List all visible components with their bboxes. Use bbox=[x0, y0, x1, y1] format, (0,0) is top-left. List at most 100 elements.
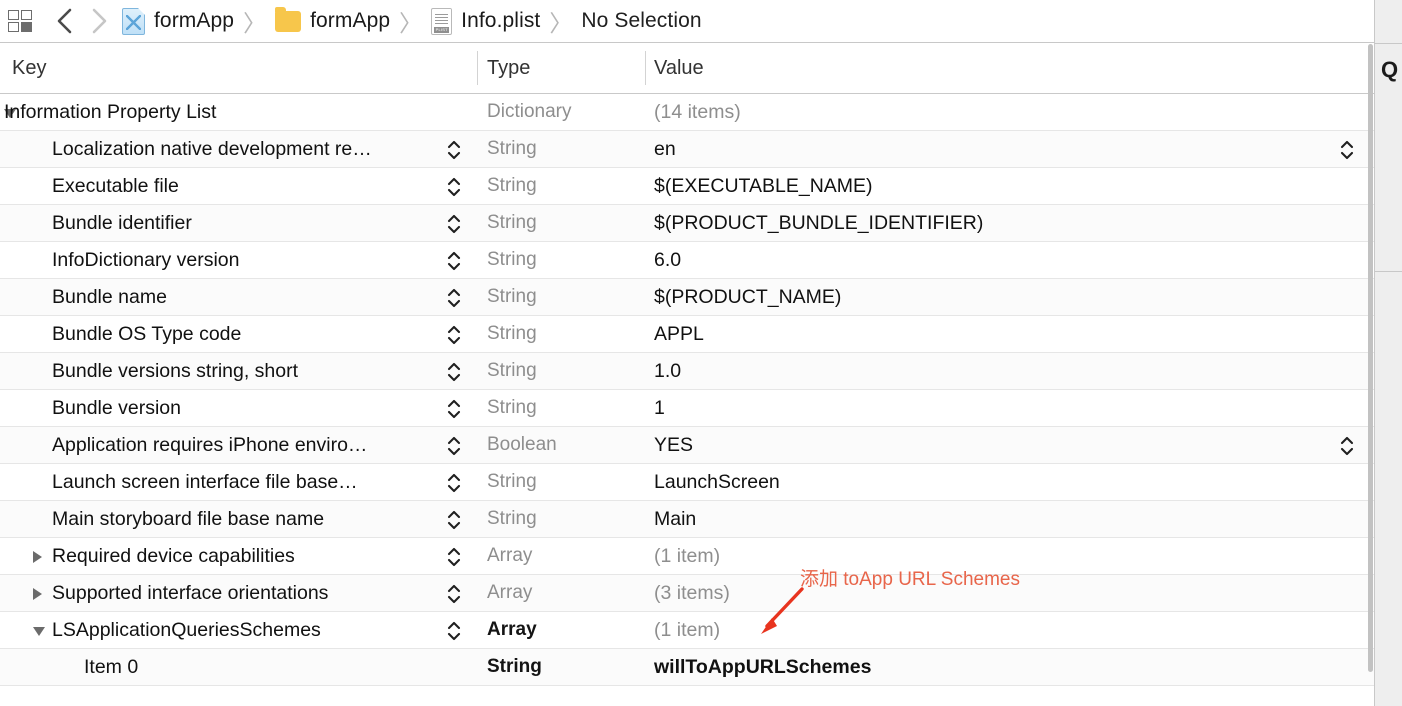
plist-file-icon: PLIST bbox=[431, 7, 453, 35]
row-add-remove-stepper[interactable] bbox=[445, 583, 463, 605]
row-value[interactable]: 1.0 bbox=[654, 353, 681, 389]
row-value[interactable]: (14 items) bbox=[654, 94, 741, 130]
table-row[interactable]: Bundle identifier String $(PRODUCT_BUNDLE_… bbox=[0, 205, 1374, 242]
row-key[interactable]: Bundle name bbox=[0, 279, 167, 315]
row-key[interactable]: Required device capabilities bbox=[0, 538, 295, 574]
row-value[interactable]: $(PRODUCT_NAME) bbox=[654, 279, 841, 315]
row-value[interactable]: (1 item) bbox=[654, 538, 720, 574]
row-key[interactable]: Item 0 bbox=[0, 649, 138, 685]
row-key[interactable]: Launch screen interface file base… bbox=[0, 464, 358, 500]
table-row[interactable]: Executable file String $(EXECUTABLE_NAME) bbox=[0, 168, 1374, 205]
row-value[interactable]: (1 item) bbox=[654, 612, 720, 648]
row-type[interactable]: String bbox=[487, 131, 537, 167]
row-value[interactable]: Main bbox=[654, 501, 696, 537]
row-type[interactable]: Array bbox=[487, 538, 532, 574]
breadcrumb-item-selection[interactable]: No Selection bbox=[581, 9, 701, 33]
row-type[interactable]: Dictionary bbox=[487, 94, 571, 130]
column-divider-type-value[interactable] bbox=[645, 51, 646, 85]
column-header-value[interactable]: Value bbox=[654, 43, 704, 93]
row-value[interactable]: $(EXECUTABLE_NAME) bbox=[654, 168, 873, 204]
row-add-remove-stepper[interactable] bbox=[445, 287, 463, 309]
row-key[interactable]: Application requires iPhone enviro… bbox=[0, 427, 367, 463]
row-type[interactable]: Array bbox=[487, 612, 537, 648]
row-key[interactable]: Main storyboard file base name bbox=[0, 501, 324, 537]
row-type[interactable]: String bbox=[487, 316, 537, 352]
row-key[interactable]: Information Property List bbox=[0, 94, 216, 130]
table-row[interactable]: Bundle OS Type code String APPL bbox=[0, 316, 1374, 353]
row-value[interactable]: 1 bbox=[654, 390, 665, 426]
table-row[interactable]: Item 0 String willToAppURLSchemes bbox=[0, 649, 1374, 686]
row-key[interactable]: Supported interface orientations bbox=[0, 575, 328, 611]
vertical-scrollbar[interactable] bbox=[1367, 44, 1374, 706]
row-value[interactable]: $(PRODUCT_BUNDLE_IDENTIFIER) bbox=[654, 205, 983, 241]
row-key[interactable]: Bundle version bbox=[0, 390, 181, 426]
table-row[interactable]: Main storyboard file base name String Main bbox=[0, 501, 1374, 538]
row-add-remove-stepper[interactable] bbox=[445, 213, 463, 235]
row-value[interactable]: 6.0 bbox=[654, 242, 681, 278]
row-value-stepper[interactable] bbox=[1338, 435, 1356, 457]
row-add-remove-stepper[interactable] bbox=[445, 139, 463, 161]
row-add-remove-stepper[interactable] bbox=[445, 546, 463, 568]
row-value[interactable]: willToAppURLSchemes bbox=[654, 649, 871, 685]
plist-table: Key Type Value Information Property List… bbox=[0, 43, 1374, 706]
row-type[interactable]: Array bbox=[487, 575, 532, 611]
row-value[interactable]: (3 items) bbox=[654, 575, 730, 611]
table-row[interactable]: Information Property List Dictionary (14 i… bbox=[0, 94, 1374, 131]
table-row[interactable]: Bundle versions string, short String 1.0 bbox=[0, 353, 1374, 390]
row-type[interactable]: String bbox=[487, 279, 537, 315]
table-row[interactable]: Localization native development re… Strin… bbox=[0, 131, 1374, 168]
panel-layout-icon[interactable] bbox=[8, 9, 34, 33]
table-row[interactable]: Bundle name String $(PRODUCT_NAME) bbox=[0, 279, 1374, 316]
row-add-remove-stepper[interactable] bbox=[445, 361, 463, 383]
table-row[interactable]: InfoDictionary version String 6.0 bbox=[0, 242, 1374, 279]
back-button[interactable] bbox=[48, 6, 82, 36]
breadcrumb-label-folder: formApp bbox=[310, 9, 391, 32]
row-add-remove-stepper[interactable] bbox=[445, 398, 463, 420]
table-row[interactable]: Supported interface orientations Array (3 … bbox=[0, 575, 1374, 612]
table-row[interactable]: Application requires iPhone enviro… Boole… bbox=[0, 427, 1374, 464]
row-value[interactable]: APPL bbox=[654, 316, 704, 352]
row-key[interactable]: Bundle OS Type code bbox=[0, 316, 241, 352]
breadcrumb-item-file[interactable]: PLIST Info.plist bbox=[431, 7, 540, 35]
breadcrumb-item-project[interactable]: formApp bbox=[122, 7, 234, 35]
row-key[interactable]: Executable file bbox=[0, 168, 179, 204]
row-type[interactable]: String bbox=[487, 353, 537, 389]
row-key[interactable]: Bundle identifier bbox=[0, 205, 192, 241]
row-type[interactable]: String bbox=[487, 501, 537, 537]
annotation-text: 添加 toApp URL Schemes bbox=[800, 569, 1020, 590]
column-header-type[interactable]: Type bbox=[487, 43, 530, 93]
row-type[interactable]: Boolean bbox=[487, 427, 557, 463]
xcode-project-icon bbox=[122, 7, 145, 35]
forward-button[interactable] bbox=[82, 6, 116, 36]
table-row[interactable]: Bundle version String 1 bbox=[0, 390, 1374, 427]
row-value[interactable]: LaunchScreen bbox=[654, 464, 780, 500]
row-key[interactable]: Localization native development re… bbox=[0, 131, 372, 167]
row-value[interactable]: en bbox=[654, 131, 676, 167]
table-row[interactable]: LSApplicationQueriesSchemes Array (1 item) bbox=[0, 612, 1374, 649]
table-row[interactable]: Launch screen interface file base… String… bbox=[0, 464, 1374, 501]
row-type[interactable]: String bbox=[487, 649, 542, 685]
row-value[interactable]: YES bbox=[654, 427, 693, 463]
row-type[interactable]: String bbox=[487, 205, 537, 241]
breadcrumb-item-folder[interactable]: formApp bbox=[275, 6, 391, 33]
row-add-remove-stepper[interactable] bbox=[445, 250, 463, 272]
row-add-remove-stepper[interactable] bbox=[445, 509, 463, 531]
row-type[interactable]: String bbox=[487, 390, 537, 426]
row-key[interactable]: InfoDictionary version bbox=[0, 242, 240, 278]
vertical-scrollbar-thumb[interactable] bbox=[1368, 44, 1373, 672]
row-value-stepper[interactable] bbox=[1338, 139, 1356, 161]
row-type[interactable]: String bbox=[487, 242, 537, 278]
row-key[interactable]: LSApplicationQueriesSchemes bbox=[0, 612, 321, 648]
row-type[interactable]: String bbox=[487, 168, 537, 204]
row-add-remove-stepper[interactable] bbox=[445, 324, 463, 346]
row-add-remove-stepper[interactable] bbox=[445, 176, 463, 198]
row-key[interactable]: Bundle versions string, short bbox=[0, 353, 298, 389]
row-add-remove-stepper[interactable] bbox=[445, 435, 463, 457]
table-row[interactable]: Required device capabilities Array (1 item… bbox=[0, 538, 1374, 575]
breadcrumb: formApp 〉 formApp 〉 PLIST Info.plist 〉 N… bbox=[122, 4, 702, 38]
row-add-remove-stepper[interactable] bbox=[445, 472, 463, 494]
row-type[interactable]: String bbox=[487, 464, 537, 500]
column-divider-key-type[interactable] bbox=[477, 51, 478, 85]
row-add-remove-stepper[interactable] bbox=[445, 620, 463, 642]
column-header-key[interactable]: Key bbox=[12, 43, 46, 93]
